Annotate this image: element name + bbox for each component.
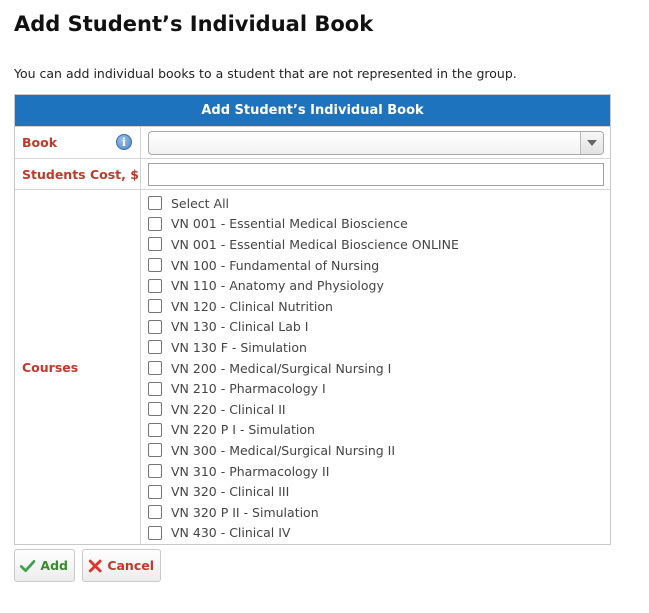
add-book-form: Add Student’s Individual Book Book i Stu… (14, 94, 611, 545)
course-checkbox[interactable] (148, 258, 162, 273)
course-item[interactable]: VN 110 - Anatomy and Physiology (148, 275, 459, 296)
courses-label-cell: Courses (15, 190, 141, 544)
panel-header: Add Student’s Individual Book (15, 95, 610, 126)
course-item[interactable]: VN 130 F - Simulation (148, 337, 459, 358)
select-all-item[interactable]: Select All (148, 193, 459, 214)
course-item[interactable]: VN 220 - Clinical II (148, 399, 459, 420)
form-actions: Add Cancel (14, 549, 161, 582)
page-title: Add Student’s Individual Book (14, 12, 374, 36)
course-checkbox[interactable] (148, 464, 162, 479)
course-label: VN 130 F - Simulation (171, 339, 307, 355)
course-checkbox[interactable] (148, 443, 162, 458)
course-item[interactable]: VN 310 - Pharmacology II (148, 461, 459, 482)
course-label: VN 430 - Clinical IV (171, 525, 291, 541)
close-icon (88, 559, 102, 572)
course-label: VN 130 - Clinical Lab I (171, 319, 309, 335)
course-label: VN 220 P I - Simulation (171, 422, 315, 438)
course-checkbox[interactable] (148, 484, 162, 499)
courses-list: Select All VN 001 - Essential Medical Bi… (148, 190, 459, 543)
course-label: VN 120 - Clinical Nutrition (171, 298, 333, 314)
course-label: VN 300 - Medical/Surgical Nursing II (171, 442, 396, 458)
course-checkbox[interactable] (148, 216, 162, 231)
course-checkbox[interactable] (148, 381, 162, 396)
add-button[interactable]: Add (14, 549, 75, 582)
course-item[interactable]: VN 200 - Medical/Surgical Nursing I (148, 358, 459, 379)
course-checkbox[interactable] (148, 278, 162, 293)
course-item[interactable]: VN 320 P II - Simulation (148, 502, 459, 523)
course-item[interactable]: VN 130 - Clinical Lab I (148, 317, 459, 338)
course-checkbox[interactable] (148, 319, 162, 334)
course-item[interactable]: VN 100 - Fundamental of Nursing (148, 255, 459, 276)
course-item[interactable]: VN 120 - Clinical Nutrition (148, 296, 459, 317)
cost-row: Students Cost, $ (15, 158, 610, 189)
course-label: VN 001 - Essential Medical Bioscience (171, 216, 408, 232)
courses-label: Courses (22, 359, 79, 375)
info-icon[interactable]: i (116, 134, 132, 150)
course-label: VN 310 - Pharmacology II (171, 463, 330, 479)
course-label: VN 200 - Medical/Surgical Nursing I (171, 360, 392, 376)
students-cost-input[interactable] (148, 162, 604, 186)
cost-label: Students Cost, $ (22, 166, 139, 182)
cost-value-cell (141, 159, 610, 189)
course-label: VN 210 - Pharmacology I (171, 381, 326, 397)
course-checkbox[interactable] (148, 340, 162, 355)
book-row: Book i (15, 126, 610, 158)
cost-label-cell: Students Cost, $ (15, 159, 141, 189)
course-label: VN 320 - Clinical III (171, 484, 290, 500)
courses-value-cell: Select All VN 001 - Essential Medical Bi… (141, 190, 610, 544)
chevron-down-icon[interactable] (580, 131, 603, 154)
course-label: VN 100 - Fundamental of Nursing (171, 257, 380, 273)
book-label-cell: Book i (15, 127, 141, 158)
select-all-checkbox[interactable] (148, 196, 162, 211)
course-checkbox[interactable] (148, 505, 162, 520)
course-checkbox[interactable] (148, 237, 162, 252)
course-checkbox[interactable] (148, 422, 162, 437)
intro-text: You can add individual books to a studen… (14, 66, 517, 81)
course-item[interactable]: VN 001 - Essential Medical Bioscience ON… (148, 234, 459, 255)
course-item[interactable]: VN 220 P I - Simulation (148, 420, 459, 441)
course-checkbox[interactable] (148, 299, 162, 314)
courses-row: Courses Select All VN 001 - Essential Me… (15, 189, 610, 544)
add-button-label: Add (40, 558, 68, 573)
course-item[interactable]: VN 320 - Clinical III (148, 481, 459, 502)
book-value-cell (141, 127, 610, 158)
course-checkbox[interactable] (148, 525, 162, 540)
course-checkbox[interactable] (148, 402, 162, 417)
course-checkbox[interactable] (148, 361, 162, 376)
course-item[interactable]: VN 001 - Essential Medical Bioscience (148, 214, 459, 235)
cancel-button-label: Cancel (107, 558, 154, 573)
course-label: VN 220 - Clinical II (171, 401, 286, 417)
select-all-label: Select All (171, 195, 230, 211)
course-label: VN 320 P II - Simulation (171, 504, 319, 520)
book-label: Book (22, 135, 58, 150)
course-item[interactable]: VN 300 - Medical/Surgical Nursing II (148, 440, 459, 461)
course-item[interactable]: VN 430 - Clinical IV (148, 523, 459, 544)
book-select[interactable] (148, 130, 604, 155)
course-label: VN 110 - Anatomy and Physiology (171, 278, 384, 294)
cancel-button[interactable]: Cancel (82, 549, 161, 582)
course-label: VN 001 - Essential Medical Bioscience ON… (171, 236, 459, 252)
check-icon (20, 559, 36, 572)
course-item[interactable]: VN 210 - Pharmacology I (148, 378, 459, 399)
